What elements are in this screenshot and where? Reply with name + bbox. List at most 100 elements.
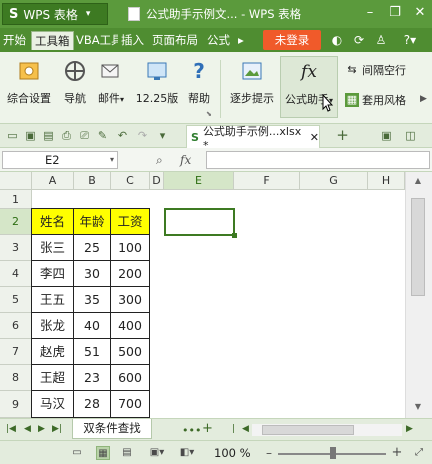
- table-cell[interactable]: 30: [73, 260, 111, 287]
- login-button[interactable]: 未登录: [263, 30, 321, 50]
- column-header[interactable]: C: [111, 172, 150, 190]
- table-cell[interactable]: 200: [110, 260, 150, 287]
- skin-icon[interactable]: ◐: [330, 33, 344, 47]
- page-layout-view-icon[interactable]: ▤: [120, 446, 134, 460]
- zoom-search-icon[interactable]: ⌕: [156, 153, 163, 168]
- vertical-scrollbar[interactable]: ▲ ▼: [405, 172, 432, 418]
- fx-icon[interactable]: fx: [180, 153, 191, 167]
- normal-view-icon[interactable]: ▦: [96, 446, 110, 460]
- print-icon[interactable]: ⎙: [60, 129, 73, 142]
- row-header[interactable]: 9: [0, 391, 32, 418]
- add-sheet-icon[interactable]: +: [202, 421, 213, 436]
- hscroll-thumb[interactable]: [262, 425, 354, 435]
- menu-item-home[interactable]: 开始: [3, 31, 26, 50]
- export-pdf-icon[interactable]: ▤: [42, 129, 55, 142]
- table-cell[interactable]: 28: [73, 390, 111, 418]
- table-cell[interactable]: 马汉: [31, 390, 74, 418]
- chevron-down-icon[interactable]: ▾: [110, 152, 114, 168]
- table-cell[interactable]: 35: [73, 286, 111, 313]
- format-painter-icon[interactable]: ✎: [96, 129, 109, 142]
- step-hint-button[interactable]: 逐步提示: [228, 58, 276, 106]
- name-box[interactable]: E2 ▾: [2, 151, 118, 169]
- table-cell[interactable]: 25: [73, 234, 111, 261]
- select-all-corner[interactable]: [0, 172, 32, 190]
- menu-item-vba[interactable]: VBA工具: [76, 31, 118, 50]
- hscroll-right-icon[interactable]: ▶: [406, 424, 413, 434]
- close-tab-icon[interactable]: ✕: [310, 131, 319, 144]
- zoom-out-icon[interactable]: –: [262, 446, 276, 460]
- row-header[interactable]: 3: [0, 235, 32, 261]
- version-button[interactable]: 12.25版: [134, 58, 180, 106]
- menu-item-page-layout[interactable]: 页面布局: [152, 31, 198, 50]
- prev-sheet-icon[interactable]: ◀: [24, 424, 31, 434]
- help-button[interactable]: ? 帮助: [184, 58, 214, 106]
- table-cell[interactable]: 500: [110, 338, 150, 365]
- page-break-view-icon[interactable]: ▣▾: [146, 446, 168, 460]
- tab-list-icon[interactable]: ▣: [380, 129, 393, 142]
- last-sheet-icon[interactable]: ▶|: [52, 424, 62, 434]
- active-cell-E2[interactable]: [164, 208, 237, 238]
- spreadsheet-grid[interactable]: A B C D E F G H 1 2 3 4 5 6 7 8 9 姓名 年龄 工资…: [0, 172, 432, 418]
- table-cell[interactable]: 700: [110, 390, 150, 418]
- table-cell[interactable]: 300: [110, 286, 150, 313]
- close-button[interactable]: ✕: [410, 4, 430, 22]
- table-cell[interactable]: 李四: [31, 260, 74, 287]
- table-cell[interactable]: 40: [73, 312, 111, 339]
- column-header-selected[interactable]: E: [164, 172, 234, 190]
- row-header[interactable]: 4: [0, 261, 32, 287]
- zoom-slider-knob[interactable]: [330, 447, 336, 459]
- next-sheet-icon[interactable]: ▶: [38, 424, 45, 434]
- shirt-icon[interactable]: ♙: [374, 33, 388, 47]
- menu-scroll-right-icon[interactable]: ▸: [238, 31, 244, 50]
- apply-style-button[interactable]: ▦ 套用风格: [345, 92, 406, 108]
- scroll-down-icon[interactable]: ▼: [411, 402, 425, 414]
- table-cell[interactable]: 51: [73, 338, 111, 365]
- save-status-icon[interactable]: ▭: [70, 446, 84, 460]
- undo-icon[interactable]: ↶: [116, 129, 129, 142]
- scroll-up-icon[interactable]: ▲: [411, 176, 425, 188]
- zoom-in-icon[interactable]: +: [390, 446, 404, 460]
- table-cell[interactable]: 600: [110, 364, 150, 391]
- wps-menu-button[interactable]: S WPS 表格 ▾: [2, 3, 108, 25]
- table-header-cell[interactable]: 年龄: [73, 208, 111, 235]
- mail-button[interactable]: 邮件▾: [94, 58, 128, 106]
- column-header[interactable]: F: [234, 172, 300, 190]
- table-cell[interactable]: 赵虎: [31, 338, 74, 365]
- table-cell[interactable]: 张三: [31, 234, 74, 261]
- column-header[interactable]: B: [74, 172, 111, 190]
- redo-icon[interactable]: ↷: [136, 129, 149, 142]
- row-header[interactable]: 6: [0, 313, 32, 339]
- table-cell[interactable]: 400: [110, 312, 150, 339]
- sheet-tab-active[interactable]: 双条件查找: [72, 419, 152, 439]
- quick-access-dropdown-icon[interactable]: ▾: [156, 129, 169, 142]
- menu-item-toolbox[interactable]: 工具箱: [31, 31, 74, 50]
- row-header[interactable]: 7: [0, 339, 32, 365]
- row-header-selected[interactable]: 2: [0, 209, 32, 235]
- row-header[interactable]: 8: [0, 365, 32, 391]
- ribbon-scroll-right-icon[interactable]: ▶: [420, 94, 427, 104]
- sync-icon[interactable]: ⟳: [352, 33, 366, 47]
- navigation-button[interactable]: 导航: [60, 58, 90, 106]
- hscroll-left-edge-icon[interactable]: |: [232, 424, 235, 434]
- help-menu-icon[interactable]: ?▾: [398, 33, 422, 47]
- column-header[interactable]: A: [32, 172, 74, 190]
- table-cell[interactable]: 王超: [31, 364, 74, 391]
- dialog-launcher-icon[interactable]: ⬊: [206, 110, 212, 118]
- column-header[interactable]: G: [300, 172, 368, 190]
- save-icon[interactable]: ▣: [24, 129, 37, 142]
- more-sheets-icon[interactable]: •••: [182, 424, 201, 437]
- minimize-button[interactable]: –: [360, 4, 380, 22]
- hscroll-left-icon[interactable]: ◀: [242, 424, 249, 434]
- spacing-rows-button[interactable]: ⇆ 间隔空行: [345, 62, 406, 78]
- tab-document[interactable]: S 公式助手示例...xlsx * ✕: [186, 125, 320, 152]
- maximize-button[interactable]: ❐: [385, 4, 405, 22]
- new-tab-icon[interactable]: +: [336, 128, 349, 143]
- formula-input[interactable]: [206, 151, 430, 169]
- column-header[interactable]: H: [368, 172, 405, 190]
- horizontal-scrollbar[interactable]: [252, 424, 402, 436]
- table-cell[interactable]: 23: [73, 364, 111, 391]
- fullscreen-icon[interactable]: ⤢: [412, 446, 426, 460]
- menu-item-insert[interactable]: 插入: [121, 31, 144, 50]
- open-icon[interactable]: ▭: [6, 129, 19, 142]
- reading-mode-icon[interactable]: ◧▾: [176, 446, 198, 460]
